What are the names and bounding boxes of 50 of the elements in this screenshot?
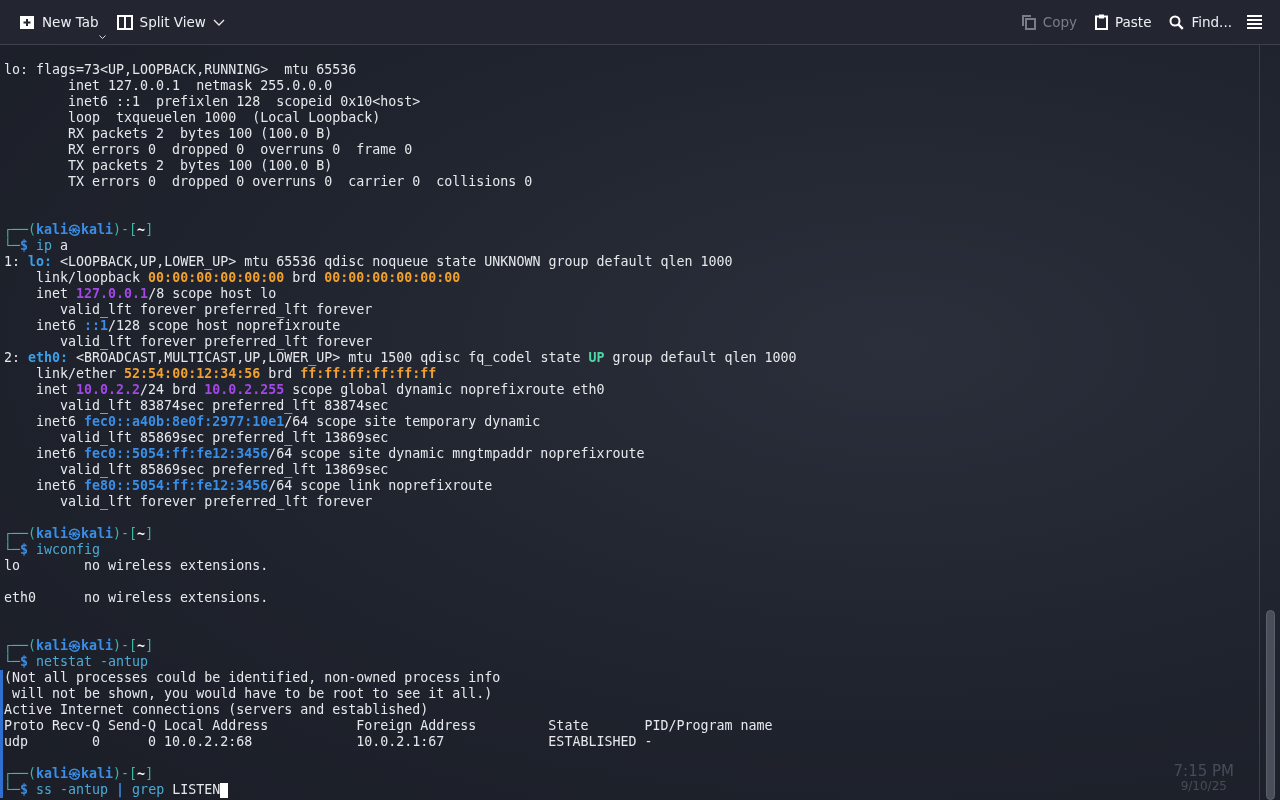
- terminal-line: └─$ iwconfig: [4, 542, 101, 558]
- terminal-line: will not be shown, you would have to be root to see it all.): [11, 686, 493, 702]
- terminal-line: inet6 fec0::a40b:8e0f:2977:10e1/64 scope site temporary dynamic: [35, 414, 541, 430]
- terminal-line: └─$ netstat -antup: [4, 654, 149, 670]
- terminal-line: inet 127.0.0.1/8 scope host lo: [35, 286, 277, 302]
- terminal-line: inet6 ::1/128 scope host noprefixroute: [35, 318, 341, 334]
- terminal-line: valid_lft 85869sec preferred_lft 13869sec: [59, 430, 389, 446]
- terminal-line: loop txqueuelen 1000 (Local Loopback): [67, 110, 381, 126]
- copy-icon: [1020, 14, 1036, 30]
- terminal-line: valid_lft forever preferred_lft forever: [59, 302, 373, 318]
- clipboard-icon: [1095, 14, 1108, 30]
- terminal-line: lo no wireless extensions.: [4, 558, 269, 574]
- find-button[interactable]: Find...: [1162, 9, 1239, 35]
- terminal-line: inet6 fec0::5054:ff:fe12:3456/64 scope site dynamic mngtmpaddr noprefixroute: [35, 446, 645, 462]
- terminal-line: TX packets 2 bytes 100 (100.0 B): [67, 158, 333, 174]
- terminal-line: RX errors 0 dropped 0 overruns 0 frame 0: [67, 142, 413, 158]
- terminal-line: udp 0 0 10.0.2.2:68 10.0.2.1:67 ESTABLISHED -: [4, 734, 653, 750]
- terminal-line: inet6 fe80::5054:ff:fe12:3456/64 scope link noprefixroute: [35, 478, 493, 494]
- terminal-line: valid_lft 85869sec preferred_lft 13869sec: [59, 462, 389, 478]
- terminal-line: Proto Recv-Q Send-Q Local Address Foreign Address State PID/Program name: [4, 718, 773, 734]
- terminal-line: (Not all processes could be identified, non-owned process info: [4, 670, 501, 686]
- menu-icon: [1247, 15, 1262, 29]
- shell-prompt: ┌──(kali㉿kali)-[~]: [4, 638, 154, 654]
- terminal-line: 2: eth0: <BROADCAST,MULTICAST,UP,LOWER_UP> mtu 1500 qdisc fq_codel state UP group default qlen 1000: [4, 350, 797, 366]
- terminal-line: lo: flags=73<UP,LOOPBACK,RUNNING> mtu 65536: [4, 62, 357, 78]
- terminal-line: Active Internet connections (servers and established): [4, 702, 429, 718]
- search-icon: [1169, 14, 1185, 30]
- scrollbar-thumb[interactable]: [1265, 610, 1275, 800]
- terminal-line: └─$ ss -antup | grep LISTEN: [4, 782, 221, 798]
- paste-button[interactable]: Paste: [1088, 9, 1159, 35]
- new-tab-icon: [19, 14, 35, 30]
- terminal-line: valid_lft forever preferred_lft forever: [59, 334, 373, 350]
- terminal-line: inet6 ::1 prefixlen 128 scopeid 0x10<host>: [67, 94, 421, 110]
- terminal-line: link/ether 52:54:00:12:34:56 brd ff:ff:ff:ff:ff:ff: [35, 366, 437, 382]
- split-view-button[interactable]: Split View: [109, 9, 232, 35]
- terminal-line: valid_lft 83874sec preferred_lft 83874sec: [59, 398, 389, 414]
- terminal-line: TX errors 0 dropped 0 overruns 0 carrier 0 collisions 0: [67, 174, 533, 190]
- terminal-line: 1: lo: <LOOPBACK,UP,LOWER_UP> mtu 65536 qdisc noqueue state UNKNOWN group default qlen 1000: [4, 254, 733, 270]
- shell-prompt: ┌──(kali㉿kali)-[~]: [4, 766, 154, 782]
- terminal-line: eth0 no wireless extensions.: [4, 590, 269, 606]
- terminal-line: valid_lft forever preferred_lft forever: [59, 494, 373, 510]
- terminal-line: link/loopback 00:00:00:00:00:00 brd 00:00:00:00:00:00: [35, 270, 461, 286]
- terminal-line: RX packets 2 bytes 100 (100.0 B): [67, 126, 333, 142]
- split-view-icon: [116, 14, 133, 30]
- new-tab-button[interactable]: New Tab: [12, 9, 106, 35]
- terminal-line: inet 127.0.0.1 netmask 255.0.0.0: [67, 78, 333, 94]
- terminal-line: inet 10.0.2.2/24 brd 10.0.2.255 scope global dynamic noprefixroute eth0: [35, 382, 605, 398]
- terminal-line: └─$ ip a: [4, 238, 69, 254]
- shell-prompt: ┌──(kali㉿kali)-[~]: [4, 526, 154, 542]
- shell-prompt: ┌──(kali㉿kali)-[~]: [4, 222, 154, 238]
